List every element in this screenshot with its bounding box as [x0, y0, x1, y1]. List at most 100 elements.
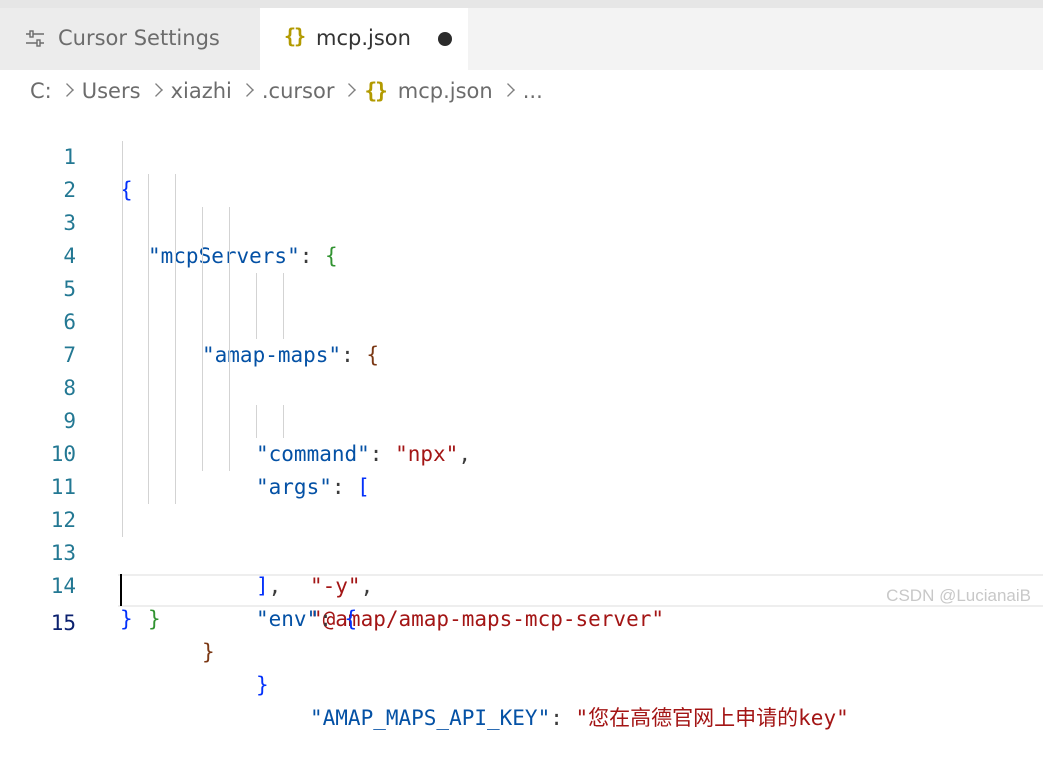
- indent-guide: [175, 339, 176, 372]
- code-line: 4 "command": "npx",: [0, 207, 1043, 240]
- indent-guide: [122, 504, 123, 537]
- unsaved-dot-icon[interactable]: [438, 32, 452, 46]
- indent-guide: [148, 471, 149, 504]
- indent-guide: [202, 372, 203, 405]
- breadcrumb-xiazhi[interactable]: xiazhi: [171, 79, 232, 103]
- line-number: 15: [0, 607, 76, 640]
- indent-guide: [256, 306, 257, 339]
- indent-guide: [202, 273, 203, 306]
- line-content: "@amap/amap-maps-mcp-server": [310, 603, 664, 636]
- indent-guide: [122, 405, 123, 438]
- indent-guide: [122, 240, 123, 273]
- indent-guide: [122, 174, 123, 207]
- indent-guide: [202, 438, 203, 471]
- indent-guide: [202, 405, 203, 438]
- indent-guide: [148, 405, 149, 438]
- indent-guide: [122, 471, 123, 504]
- code-editor[interactable]: 1 { 2 "mcpServers": { 3 "amap-maps": { 4…: [0, 108, 1043, 614]
- breadcrumb: C: Users xiazhi .cursor {} mcp.json ...: [30, 74, 543, 108]
- tab-label: Cursor Settings: [58, 26, 220, 50]
- window-top-strip: [0, 0, 1043, 8]
- indent-guide: [229, 438, 230, 471]
- indent-guide: [148, 273, 149, 306]
- brace: }: [148, 607, 161, 631]
- code-line: 6 "-y",: [0, 273, 1043, 306]
- indent-guide: [148, 372, 149, 405]
- indent-guide: [148, 174, 149, 207]
- json-key: "AMAP_MAPS_API_KEY": [310, 706, 550, 730]
- indent-guide: [148, 240, 149, 273]
- indent-guide: [175, 207, 176, 240]
- indent-guide: [175, 273, 176, 306]
- indent-guide: [202, 339, 203, 372]
- tab-label: mcp.json: [316, 26, 411, 50]
- indent-guide: [229, 273, 230, 306]
- line-content: }: [148, 603, 161, 636]
- code-line: 2 "mcpServers": {: [0, 141, 1043, 174]
- indent-guide: [283, 273, 284, 306]
- indent-guide: [122, 339, 123, 372]
- brace: }: [256, 673, 269, 697]
- indent-guide: [122, 207, 123, 240]
- chevron-right-icon: [501, 83, 515, 97]
- indent-guide: [175, 240, 176, 273]
- colon: :: [319, 607, 344, 631]
- indent-guide: [283, 306, 284, 339]
- breadcrumb-drive[interactable]: C:: [30, 79, 52, 103]
- code-line: 8 ],: [0, 339, 1043, 372]
- code-line: 7 "@amap/amap-maps-mcp-server": [0, 306, 1043, 339]
- indent-guide: [122, 273, 123, 306]
- code-line: 10 "AMAP_MAPS_API_KEY": "您在高德官网上申请的key": [0, 405, 1043, 438]
- indent-guide: [122, 306, 123, 339]
- indent-guide: [148, 339, 149, 372]
- line-content: "AMAP_MAPS_API_KEY": "您在高德官网上申请的key": [310, 702, 849, 735]
- tab-mcp-json[interactable]: {} mcp.json: [260, 8, 468, 70]
- indent-guide: [229, 306, 230, 339]
- indent-guide: [148, 438, 149, 471]
- line-content: }: [120, 603, 133, 636]
- indent-guide: [122, 141, 123, 174]
- json-key: "env": [256, 607, 319, 631]
- line-content: }: [202, 636, 215, 669]
- indent-guide: [122, 372, 123, 405]
- breadcrumb-cursor-folder[interactable]: .cursor: [262, 79, 335, 103]
- brace: }: [202, 640, 215, 664]
- indent-guide: [148, 207, 149, 240]
- chevron-right-icon: [240, 83, 254, 97]
- chevron-right-icon: [149, 83, 163, 97]
- indent-guide: [202, 240, 203, 273]
- indent-guide: [175, 174, 176, 207]
- indent-guide: [202, 306, 203, 339]
- indent-guide: [229, 372, 230, 405]
- code-line: 13 }: [0, 504, 1043, 537]
- indent-guide: [175, 405, 176, 438]
- watermark: CSDN @LucianaiB: [886, 586, 1031, 606]
- code-line: 5 "args": [: [0, 240, 1043, 273]
- tab-cursor-settings[interactable]: Cursor Settings: [0, 8, 260, 70]
- indent-guide: [229, 339, 230, 372]
- colon: :: [550, 706, 575, 730]
- indent-guide: [256, 273, 257, 306]
- line-content: "env": {: [256, 603, 357, 636]
- text-cursor: [120, 574, 122, 606]
- indent-guide: [229, 207, 230, 240]
- json-string: "您在高德官网上申请的key": [576, 706, 849, 730]
- brace: }: [120, 607, 133, 631]
- code-line: 1 {: [0, 108, 1043, 141]
- json-braces-icon: {}: [364, 79, 385, 103]
- breadcrumb-users[interactable]: Users: [82, 79, 141, 103]
- breadcrumb-symbols[interactable]: ...: [523, 79, 543, 103]
- indent-guide: [229, 240, 230, 273]
- code-line: 3 "amap-maps": {: [0, 174, 1043, 207]
- indent-guide: [175, 438, 176, 471]
- json-braces-icon: {}: [284, 24, 304, 48]
- settings-sliders-icon: [24, 28, 46, 50]
- indent-guide: [229, 405, 230, 438]
- line-content: }: [256, 669, 269, 702]
- breadcrumb-file[interactable]: mcp.json: [398, 79, 493, 103]
- chevron-right-icon: [343, 83, 357, 97]
- indent-guide: [175, 372, 176, 405]
- indent-guide: [256, 405, 257, 438]
- code-line: 9 "env": {: [0, 372, 1043, 405]
- json-string: "@amap/amap-maps-mcp-server": [310, 607, 664, 631]
